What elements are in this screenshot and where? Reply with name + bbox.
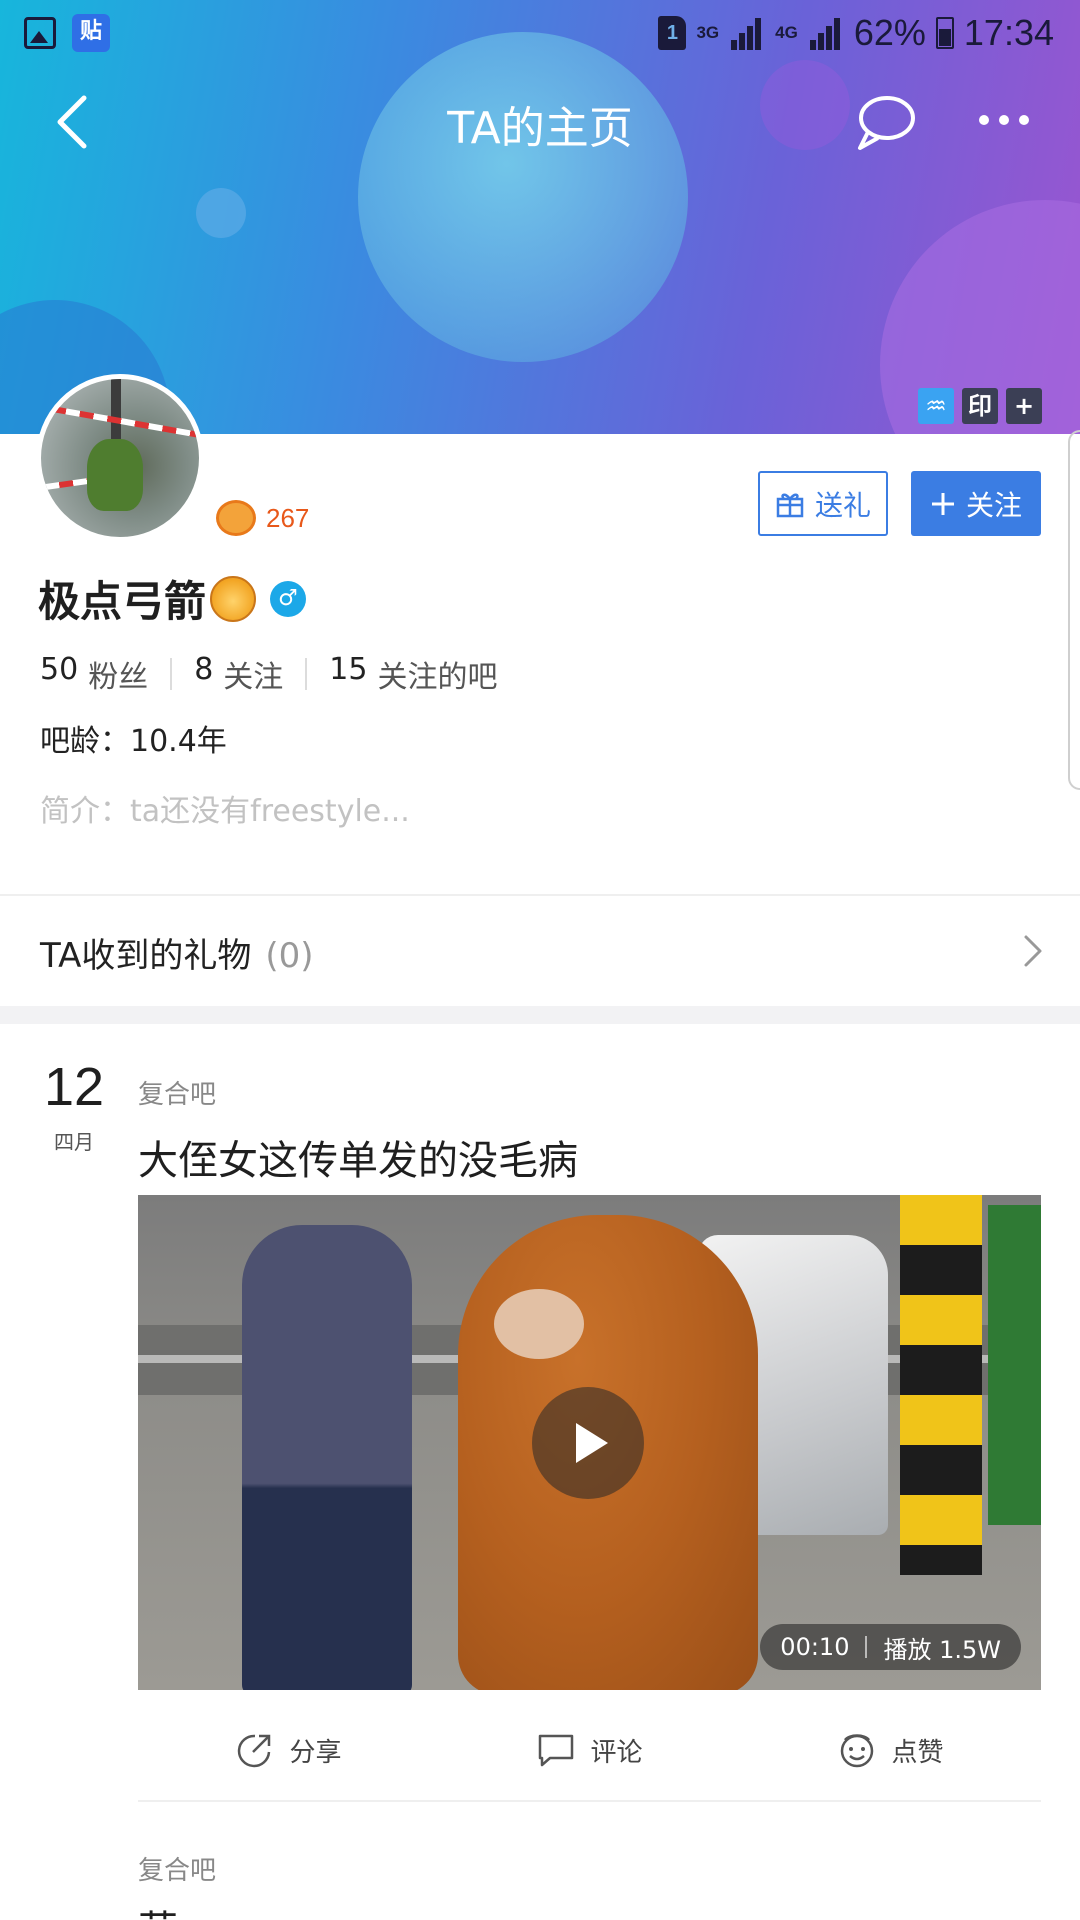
like-face-icon [841, 1734, 874, 1768]
send-gift-label: 送礼 [814, 488, 871, 522]
stats-row: 50 粉丝 8 关注 15 关注的吧 [40, 652, 497, 696]
bio-text: 简介：ta还没有freestyle... [40, 794, 410, 829]
divider [305, 658, 308, 690]
video-thumbnail[interactable]: 00:10 播放 1.5W [138, 1195, 1041, 1690]
post-forum-name[interactable]: 复合吧 [138, 1074, 216, 1111]
side-drawer-handle[interactable] [1068, 430, 1080, 790]
seal-badge[interactable]: 印 [962, 388, 998, 424]
post-forum-name[interactable]: 复合吧 [138, 1850, 216, 1887]
banner-badges: ♒ 印 + [918, 388, 1042, 424]
chat-bubble-icon[interactable] [852, 92, 918, 154]
comment-button[interactable]: 评论 [439, 1710, 740, 1790]
avatar[interactable] [36, 374, 204, 542]
gallery-notification-icon [24, 17, 56, 49]
comment-label: 评论 [590, 1737, 643, 1768]
level-icon [216, 500, 256, 536]
divider [138, 1800, 1041, 1802]
share-label: 分享 [289, 1737, 342, 1768]
username-row: 极点弓箭 ♂ [38, 568, 307, 629]
follow-button[interactable]: 关注 [911, 471, 1041, 536]
stat-fans-value: 50 [40, 652, 79, 687]
gifts-count: (0) [265, 936, 314, 976]
clock: 17:34 [963, 12, 1054, 53]
signal-icon [729, 16, 765, 50]
network-4g-label: 4G [775, 23, 798, 42]
add-badge-button[interactable]: + [1006, 388, 1042, 424]
video-duration: 00:10 [780, 1633, 850, 1661]
stat-forums-value: 15 [329, 652, 368, 687]
banner-bubble [196, 188, 246, 238]
stat-fans-label: 粉丝 [88, 660, 149, 695]
profile-banner: 贴 1 3G 4G 62% 17:34 TA的主页 ♒ 印 + [0, 0, 1080, 434]
like-label: 点赞 [891, 1737, 944, 1768]
status-bar: 贴 1 3G 4G 62% 17:34 [0, 0, 1080, 66]
send-gift-button[interactable]: 送礼 [758, 471, 888, 536]
post-title[interactable]: 大侄女这传单发的没毛病 [138, 1128, 578, 1186]
gender-male-icon: ♂ [270, 580, 307, 617]
stat-following-value: 8 [194, 652, 214, 687]
post-actions: 分享 评论 点赞 [138, 1710, 1041, 1790]
gift-icon [776, 493, 804, 517]
battery-icon [935, 17, 954, 49]
stat-followed-forums[interactable]: 15 关注的吧 [329, 652, 497, 696]
share-icon [238, 1734, 271, 1768]
account-age: 吧龄：10.4年 [40, 724, 227, 759]
level-value: 267 [266, 502, 310, 533]
tieba-notification-icon: 贴 [72, 14, 110, 52]
chevron-right-icon [1024, 935, 1042, 967]
stat-forums-label: 关注的吧 [377, 660, 498, 695]
received-gifts-row[interactable]: TA收到的礼物 (0) [0, 896, 1080, 1006]
section-gap [0, 1006, 1080, 1024]
comment-icon [539, 1734, 574, 1767]
like-button[interactable]: 点赞 [740, 1710, 1041, 1790]
level-badge: 267 [216, 500, 309, 536]
banner-bubble [358, 32, 688, 362]
tiger-emoji-icon [210, 575, 257, 622]
divider [170, 658, 173, 690]
gifts-title-text: TA收到的礼物 [40, 936, 252, 976]
network-3g-label: 3G [696, 23, 720, 42]
play-icon[interactable] [532, 1387, 644, 1499]
signal-icon [808, 16, 844, 50]
page-title: TA的主页 [447, 103, 633, 154]
aquarius-icon[interactable]: ♒ [918, 388, 954, 424]
battery-percent: 62% [853, 12, 926, 53]
stat-following[interactable]: 8 关注 [194, 652, 283, 696]
username: 极点弓箭 [38, 577, 207, 626]
share-button[interactable]: 分享 [138, 1710, 439, 1790]
post-date-month: 四月 [54, 1130, 94, 1154]
plus-icon [931, 492, 954, 515]
sim-card-icon: 1 [658, 16, 687, 50]
post-title[interactable]: 草 [138, 1898, 178, 1920]
follow-label: 关注 [965, 488, 1022, 522]
more-dots-icon[interactable] [976, 108, 1032, 132]
gifts-title: TA收到的礼物 (0) [40, 928, 314, 977]
post-date-day: 12 [43, 1057, 105, 1117]
stat-fans[interactable]: 50 粉丝 [40, 652, 148, 696]
video-play-count: 播放 1.5W [883, 1635, 1001, 1664]
stat-following-label: 关注 [223, 660, 284, 695]
video-info-pill: 00:10 播放 1.5W [760, 1624, 1021, 1670]
